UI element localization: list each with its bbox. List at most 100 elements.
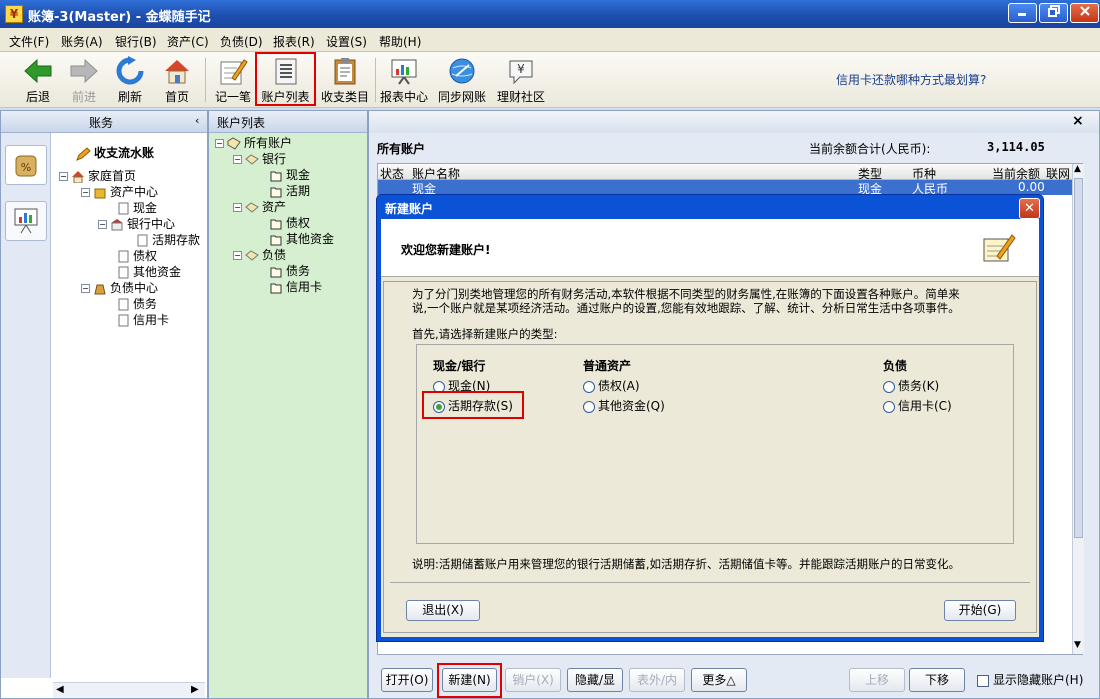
dialog-intro-line2: 说,一个账户就是某项经济活动。通过账户的设置,您能有效地跟踪、了解、统计、分析日… [412, 301, 960, 315]
menu-liabilities[interactable]: 负债(D) [220, 33, 263, 50]
tree-all-accounts[interactable]: − 所有账户 [215, 135, 292, 151]
off-balance-button[interactable]: 表外/内 [629, 668, 685, 692]
tree-demand[interactable]: 活期 [269, 183, 310, 199]
collapse-icon[interactable]: − [59, 172, 68, 181]
row-balance: 0.00 [1018, 180, 1045, 194]
show-hidden-accounts-checkbox[interactable]: 显示隐藏账户(H) [977, 671, 1083, 688]
close-window-button[interactable] [1070, 3, 1099, 23]
refresh-button[interactable]: 刷新 [110, 54, 150, 106]
dialog-welcome: 欢迎您新建账户! [401, 243, 491, 257]
folder-icon [270, 235, 282, 246]
exit-button[interactable]: 退出(X) [406, 600, 480, 621]
table-row[interactable]: 现金 现金 人民币 0.00 [378, 180, 1072, 196]
tree-credit-card[interactable]: 信用卡 [269, 279, 322, 295]
close-account-button[interactable]: 销户(X) [505, 668, 561, 692]
maximize-button[interactable] [1039, 3, 1068, 23]
scroll-left-icon[interactable]: ◀ [56, 684, 64, 695]
ledger-tab[interactable]: % [5, 145, 47, 185]
tree-asset[interactable]: − 资产 [233, 199, 286, 215]
home-button[interactable]: 首页 [157, 54, 197, 106]
tree-item-bank-center[interactable]: − 银行中心 [98, 216, 175, 232]
move-up-button[interactable]: 上移 [849, 668, 905, 692]
account-tree-panel: 账户列表 − 所有账户 − 银行 现金 活期 − 资产 债权 其他资金 − 负债 债务 … [208, 110, 368, 699]
folder-icon [270, 219, 282, 230]
tree-item-credit-card[interactable]: 信用卡 [116, 312, 169, 328]
tree-item-liability-center[interactable]: − 负债中心 [81, 280, 158, 296]
record-button[interactable]: 记一笔 [212, 54, 254, 106]
menu-help[interactable]: 帮助(H) [379, 33, 421, 50]
tree-item-claims[interactable]: 债权 [116, 248, 157, 264]
collapse-arrow-icon[interactable]: ‹ [195, 114, 199, 127]
tree-item-demand-deposit[interactable]: 活期存款 [135, 232, 200, 248]
move-down-button[interactable]: 下移 [909, 668, 965, 692]
menu-reports[interactable]: 报表(R) [273, 33, 315, 50]
radio-icon [583, 380, 595, 393]
reports-button[interactable]: 报表中心 [379, 54, 429, 106]
community-button[interactable]: ¥ 理财社区 [495, 54, 547, 106]
title-bar: ¥ 账簿-3(Master) - 金蝶随手记 [0, 0, 1100, 28]
toolbar-separator [205, 58, 206, 102]
group-cash-bank: 现金/银行 [433, 359, 486, 373]
scroll-down-icon[interactable]: ▼ [1074, 640, 1081, 650]
tree-cash[interactable]: 现金 [269, 167, 310, 183]
collapse-icon[interactable]: − [233, 155, 242, 164]
scroll-up-icon[interactable]: ▲ [1074, 164, 1081, 174]
option-other-funds[interactable]: 其他资金(Q) [583, 397, 665, 414]
forward-button[interactable]: 前进 [64, 54, 104, 106]
option-claims[interactable]: 债权(A) [583, 377, 640, 394]
collapse-icon[interactable]: − [81, 188, 90, 197]
ledger-horizontal-scrollbar[interactable]: ◀ ▶ [53, 682, 205, 698]
menu-accounts[interactable]: 账务(A) [61, 33, 103, 50]
collapse-icon[interactable]: − [81, 284, 90, 293]
collapse-icon[interactable]: − [233, 203, 242, 212]
close-panel-button[interactable]: × [1072, 113, 1084, 129]
reports-tab[interactable] [5, 201, 47, 241]
hide-show-button[interactable]: 隐藏/显 [567, 668, 623, 692]
tree-item-cash[interactable]: 现金 [116, 200, 157, 216]
menu-assets[interactable]: 资产(C) [167, 33, 209, 50]
page-icon [137, 234, 148, 247]
tree-claims[interactable]: 债权 [269, 215, 310, 231]
collapse-icon[interactable]: − [98, 220, 107, 229]
open-button[interactable]: 打开(O) [381, 668, 433, 692]
ledger-panel: 账务 ‹ % 收支流水账 − 家庭首页 − 资产中心 现金 − 银行中心 活期存款 债… [0, 110, 208, 699]
categories-button[interactable]: 收支类目 [319, 54, 371, 106]
collapse-icon[interactable]: − [215, 139, 224, 148]
new-account-button[interactable]: 新建(N) [442, 668, 497, 692]
radio-icon [883, 400, 895, 413]
sync-button[interactable]: 同步网账 [437, 54, 487, 106]
menu-file[interactable]: 文件(F) [9, 33, 49, 50]
ledger-title[interactable]: 收支流水账 [75, 144, 154, 161]
tree-item-other-funds[interactable]: 其他资金 [116, 264, 181, 280]
collapse-icon[interactable]: − [233, 251, 242, 260]
dialog-body: 欢迎您新建账户! 为了分门别类地管理您的所有财务活动,本软件根据不同类型的财务属… [381, 219, 1039, 637]
dialog-header: 欢迎您新建账户! [381, 219, 1039, 277]
more-button[interactable]: 更多△ [691, 668, 747, 692]
menu-settings[interactable]: 设置(S) [326, 33, 367, 50]
minimize-button[interactable] [1008, 3, 1037, 23]
tree-bank[interactable]: − 银行 [233, 151, 286, 167]
back-button[interactable]: 后退 [18, 54, 58, 106]
scroll-thumb[interactable] [1074, 178, 1083, 538]
tree-item-debts[interactable]: 债务 [116, 296, 157, 312]
tree-item-asset-center[interactable]: − 资产中心 [81, 184, 158, 200]
account-list-button[interactable]: 账户列表 [255, 52, 316, 106]
tree-item-home[interactable]: − 家庭首页 [59, 168, 136, 184]
menu-bank[interactable]: 银行(B) [115, 33, 157, 50]
table-vertical-scrollbar[interactable]: ▲ ▼ [1072, 164, 1084, 654]
tree-debts[interactable]: 债务 [269, 263, 310, 279]
folder-icon [270, 267, 282, 278]
option-debts[interactable]: 债务(K) [883, 377, 939, 394]
scroll-right-icon[interactable]: ▶ [191, 684, 199, 695]
folder-icon [270, 171, 282, 182]
page-icon [118, 266, 129, 279]
dialog-note: 说明:活期储蓄账户用来管理您的银行活期储蓄,如活期存折、活期储值卡等。并能跟踪活… [412, 557, 961, 571]
checkbox-icon [977, 674, 989, 687]
option-credit-card[interactable]: 信用卡(C) [883, 397, 952, 414]
tree-liability[interactable]: − 负债 [233, 247, 286, 263]
promo-link[interactable]: 信用卡还款哪种方式最划算? [836, 71, 986, 88]
dialog-close-button[interactable]: ✕ [1019, 198, 1040, 219]
folder-icon [270, 283, 282, 294]
tree-other-funds[interactable]: 其他资金 [269, 231, 334, 247]
start-button[interactable]: 开始(G) [944, 600, 1016, 621]
